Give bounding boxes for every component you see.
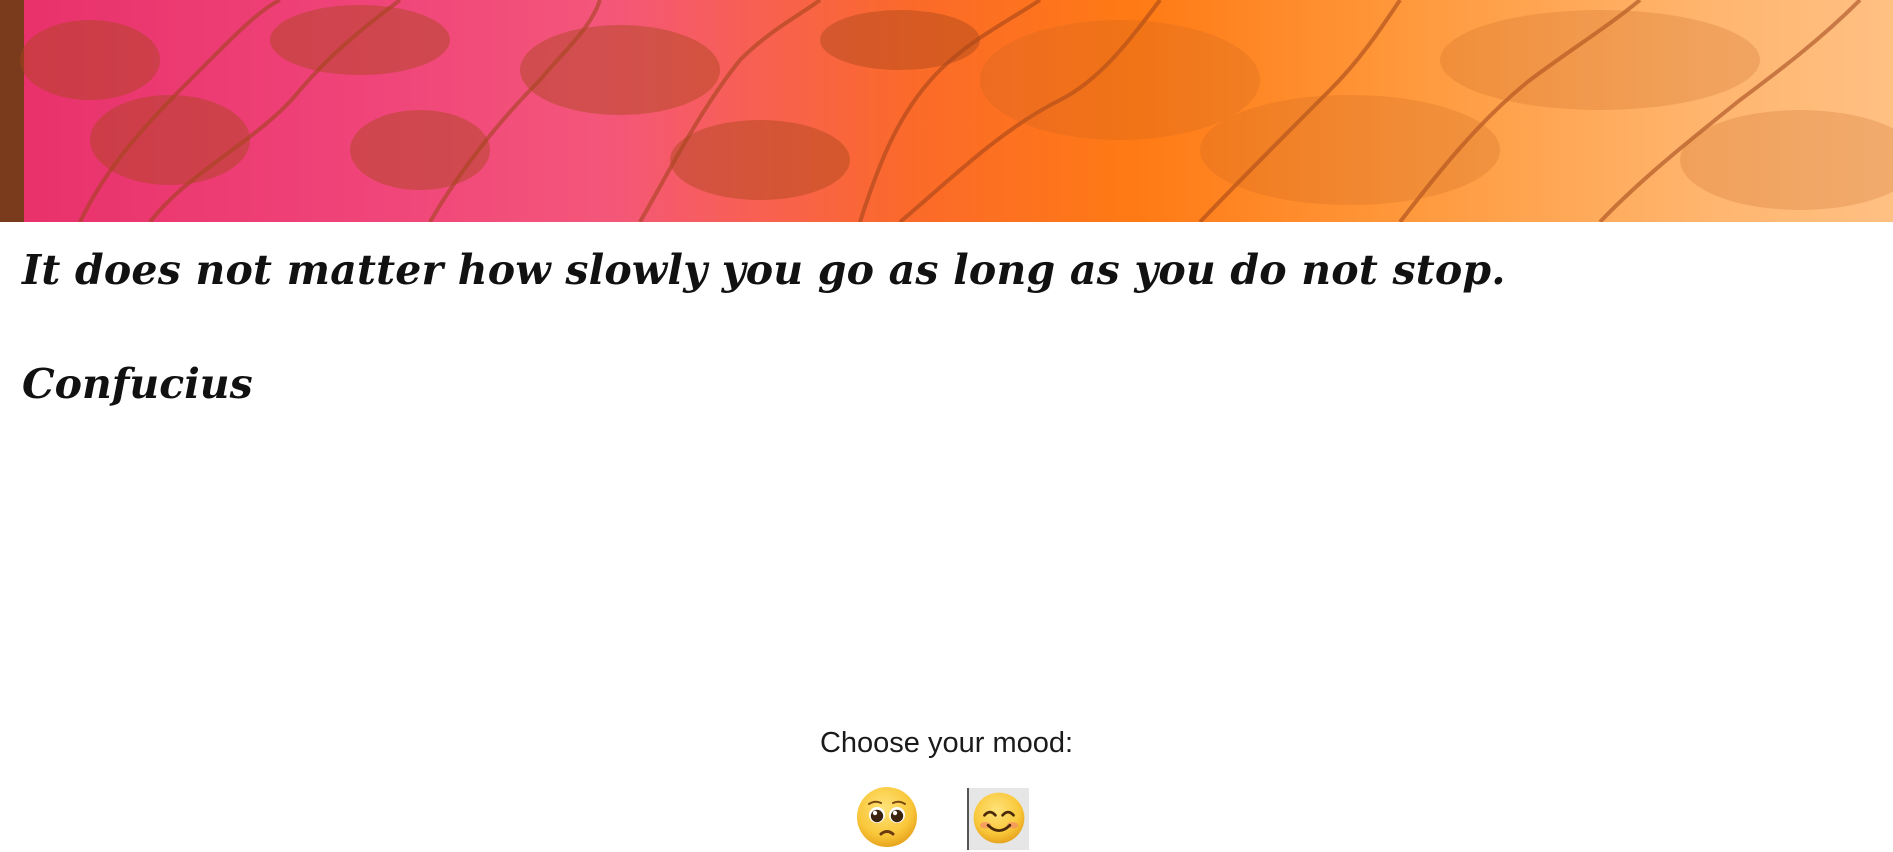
pleading-face-icon xyxy=(857,787,917,847)
sad-mood-button[interactable] xyxy=(855,785,919,849)
quote-author: Confucius xyxy=(22,360,253,408)
happy-mood-button[interactable] xyxy=(967,788,1029,850)
quote-text: It does not matter how slowly you go as … xyxy=(22,246,1506,294)
smiling-face-icon xyxy=(973,792,1025,843)
mood-prompt: Choose your mood: xyxy=(819,727,1074,759)
hero-banner xyxy=(0,0,1893,222)
tree-silhouette-image xyxy=(20,0,1893,222)
